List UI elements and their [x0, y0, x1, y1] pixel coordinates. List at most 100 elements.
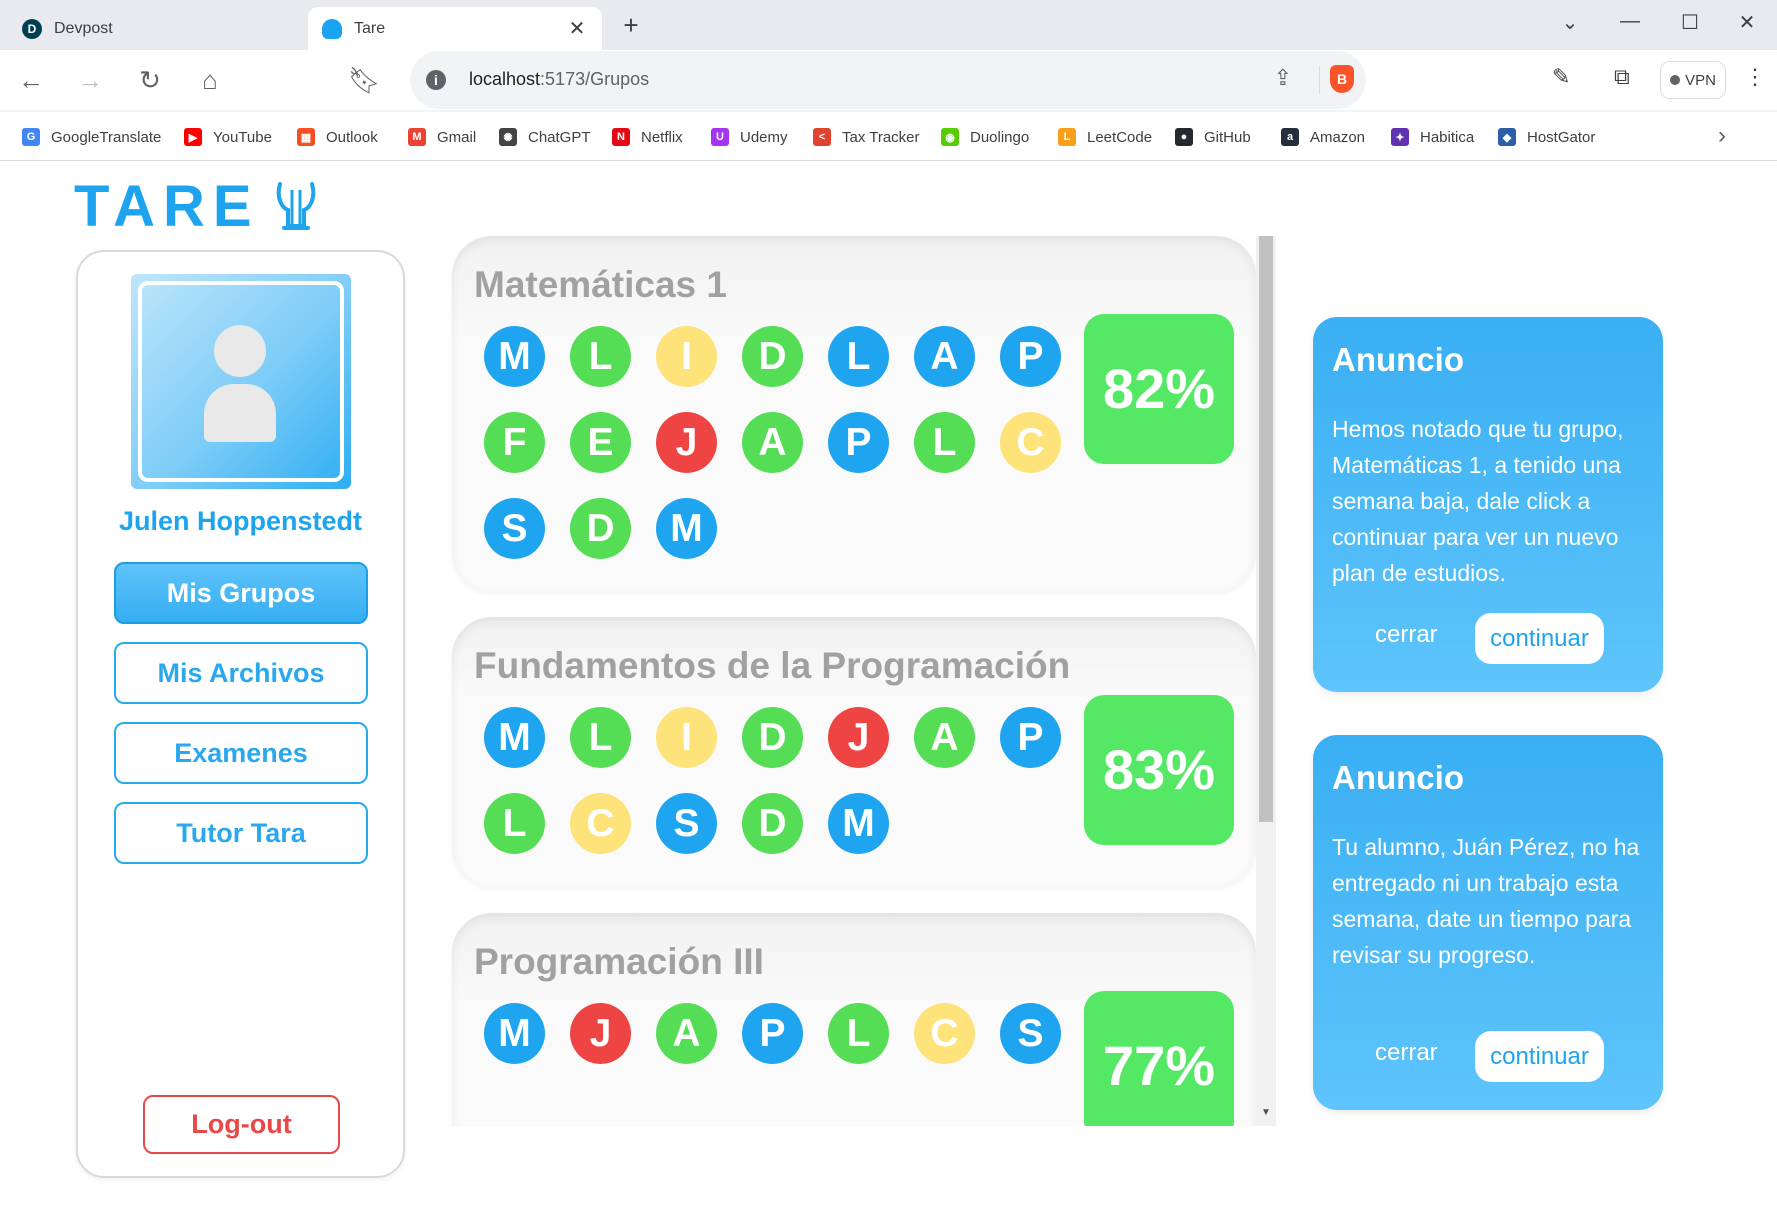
member-avatar[interactable]: P	[742, 1003, 803, 1064]
tab-tare[interactable]: Tare ✕	[308, 7, 602, 50]
bookmark-item[interactable]: U Udemy	[711, 125, 788, 149]
member-avatar[interactable]: S	[484, 498, 545, 559]
vpn-button[interactable]: VPN	[1660, 61, 1726, 99]
minimize-button[interactable]: —	[1610, 10, 1650, 33]
bookmark-item[interactable]: ✺ ChatGPT	[499, 125, 591, 149]
member-avatar[interactable]: M	[484, 1003, 545, 1064]
member-avatar[interactable]: J	[570, 1003, 631, 1064]
bookmark-label: Udemy	[740, 128, 788, 146]
bookmark-favicon-icon: a	[1281, 128, 1299, 146]
tab-devpost[interactable]: D Devpost	[8, 7, 303, 50]
member-avatar[interactable]: L	[828, 326, 889, 387]
tab-search-chevron-icon[interactable]: ⌄	[1550, 10, 1590, 35]
reload-icon[interactable]: ↻	[134, 64, 166, 96]
bookmark-item[interactable]: M Gmail	[408, 125, 476, 149]
bookmark-item[interactable]: ◆ HostGator	[1498, 125, 1595, 149]
bookmark-item[interactable]: < Tax Tracker	[813, 125, 920, 149]
scroll-down-icon[interactable]: ▼	[1259, 1107, 1273, 1118]
member-avatar[interactable]: M	[484, 326, 545, 387]
eyedropper-icon[interactable]: ✎	[1552, 64, 1570, 90]
member-avatar[interactable]: A	[914, 707, 975, 768]
member-avatar[interactable]: J	[656, 412, 717, 473]
bookmark-item[interactable]: ▶ YouTube	[184, 125, 272, 149]
member-avatar[interactable]: D	[742, 793, 803, 854]
member-avatar[interactable]: M	[656, 498, 717, 559]
menu-kebab-icon[interactable]: ⋮	[1744, 64, 1766, 90]
member-avatar[interactable]: L	[914, 412, 975, 473]
bookmark-item[interactable]: ◉ Duolingo	[941, 125, 1029, 149]
member-avatar[interactable]: C	[914, 1003, 975, 1064]
continue-button[interactable]: continuar	[1475, 1031, 1604, 1082]
member-avatar[interactable]: M	[828, 793, 889, 854]
member-avatar[interactable]: A	[914, 326, 975, 387]
continue-button[interactable]: continuar	[1475, 613, 1604, 664]
group-card[interactable]: Programación III M J A P L C S 77%	[452, 913, 1256, 1126]
member-avatar[interactable]: M	[484, 707, 545, 768]
bookmark-favicon-icon: U	[711, 128, 729, 146]
tare-logo[interactable]: TARE	[74, 174, 318, 239]
new-tab-button[interactable]: +	[616, 10, 646, 41]
close-tab-icon[interactable]: ✕	[566, 16, 588, 41]
back-arrow-icon[interactable]: ←	[15, 64, 47, 96]
nav-mis-archivos[interactable]: Mis Archivos	[114, 642, 368, 704]
bookmark-item[interactable]: N Netflix	[612, 125, 683, 149]
member-avatar[interactable]: C	[570, 793, 631, 854]
bookmark-item[interactable]: L LeetCode	[1058, 125, 1152, 149]
member-avatar[interactable]: P	[828, 412, 889, 473]
member-avatar[interactable]: A	[742, 412, 803, 473]
address-bar[interactable]: i localhost:5173/Grupos ⇪ B	[410, 51, 1366, 109]
group-card[interactable]: Fundamentos de la Programación M L I D J A P L C S…	[452, 617, 1256, 887]
member-avatar[interactable]: A	[656, 1003, 717, 1064]
member-avatar[interactable]: D	[570, 498, 631, 559]
close-announcement-button[interactable]: cerrar	[1375, 621, 1438, 649]
bookmark-label: Outlook	[326, 128, 378, 146]
member-avatar[interactable]: C	[1000, 412, 1061, 473]
tab-title: Devpost	[54, 19, 113, 37]
member-avatar[interactable]: I	[656, 707, 717, 768]
home-icon[interactable]: ⌂	[194, 64, 226, 96]
member-avatar[interactable]: L	[484, 793, 545, 854]
tare-app: TARE Julen Hoppenstedt Mis Grupos Mis Ar…	[0, 161, 1777, 1216]
nav-mis-grupos[interactable]: Mis Grupos	[114, 562, 368, 624]
forward-arrow-icon[interactable]: →	[74, 64, 106, 96]
share-icon[interactable]: ⇪	[1274, 65, 1292, 91]
member-avatar[interactable]: J	[828, 707, 889, 768]
close-window-button[interactable]: ✕	[1727, 10, 1767, 35]
close-announcement-button[interactable]: cerrar	[1375, 1039, 1438, 1067]
member-avatar[interactable]: S	[1000, 1003, 1061, 1064]
url-text[interactable]: localhost:5173/Grupos	[469, 69, 649, 90]
more-bookmarks-chevron-icon[interactable]: ›	[1718, 122, 1726, 150]
member-avatar[interactable]: L	[828, 1003, 889, 1064]
group-card[interactable]: Matemáticas 1 M L I D L A P F E J A P L C S D M 82%	[452, 236, 1256, 592]
bookmark-item[interactable]: G GoogleTranslate	[22, 125, 161, 149]
brave-shield-icon[interactable]: B	[1330, 65, 1354, 93]
bookmark-item[interactable]: ✦ Habitica	[1391, 125, 1474, 149]
member-avatar[interactable]: I	[656, 326, 717, 387]
member-avatar[interactable]: D	[742, 707, 803, 768]
nav-examenes[interactable]: Examenes	[114, 722, 368, 784]
bookmark-item[interactable]: ● GitHub	[1175, 125, 1251, 149]
group-progress-badge: 82%	[1084, 314, 1234, 464]
extensions-icon[interactable]: ⧉	[1614, 64, 1630, 90]
avatar[interactable]	[131, 274, 351, 489]
bookmark-item[interactable]: a Amazon	[1281, 125, 1365, 149]
logout-button[interactable]: Log-out	[143, 1095, 340, 1154]
bookmark-item[interactable]: ▦ Outlook	[297, 125, 378, 149]
member-avatar[interactable]: L	[570, 326, 631, 387]
member-avatar[interactable]: E	[570, 412, 631, 473]
member-avatar[interactable]: S	[656, 793, 717, 854]
member-avatar[interactable]: D	[742, 326, 803, 387]
member-avatar[interactable]: P	[1000, 326, 1061, 387]
bookmark-icon[interactable]: 🔖︎	[348, 64, 381, 96]
maximize-button[interactable]: ☐	[1670, 10, 1710, 35]
member-avatar[interactable]: F	[484, 412, 545, 473]
scrollbar-thumb[interactable]	[1259, 236, 1273, 822]
tab-strip: D Devpost Tare ✕ + ⌄ — ☐ ✕	[0, 0, 1777, 50]
nav-tutor-tara[interactable]: Tutor Tara	[114, 802, 368, 864]
bookmarks-bar: G GoogleTranslate ▶ YouTube ▦ Outlook M Gmail ✺ C…	[0, 112, 1777, 160]
member-avatar[interactable]: L	[570, 707, 631, 768]
group-progress-badge: 77%	[1084, 991, 1234, 1126]
member-avatar[interactable]: P	[1000, 707, 1061, 768]
groups-list[interactable]: Matemáticas 1 M L I D L A P F E J A P L C S D M 82% Fundame…	[440, 236, 1276, 1126]
site-info-icon[interactable]: i	[426, 70, 446, 90]
